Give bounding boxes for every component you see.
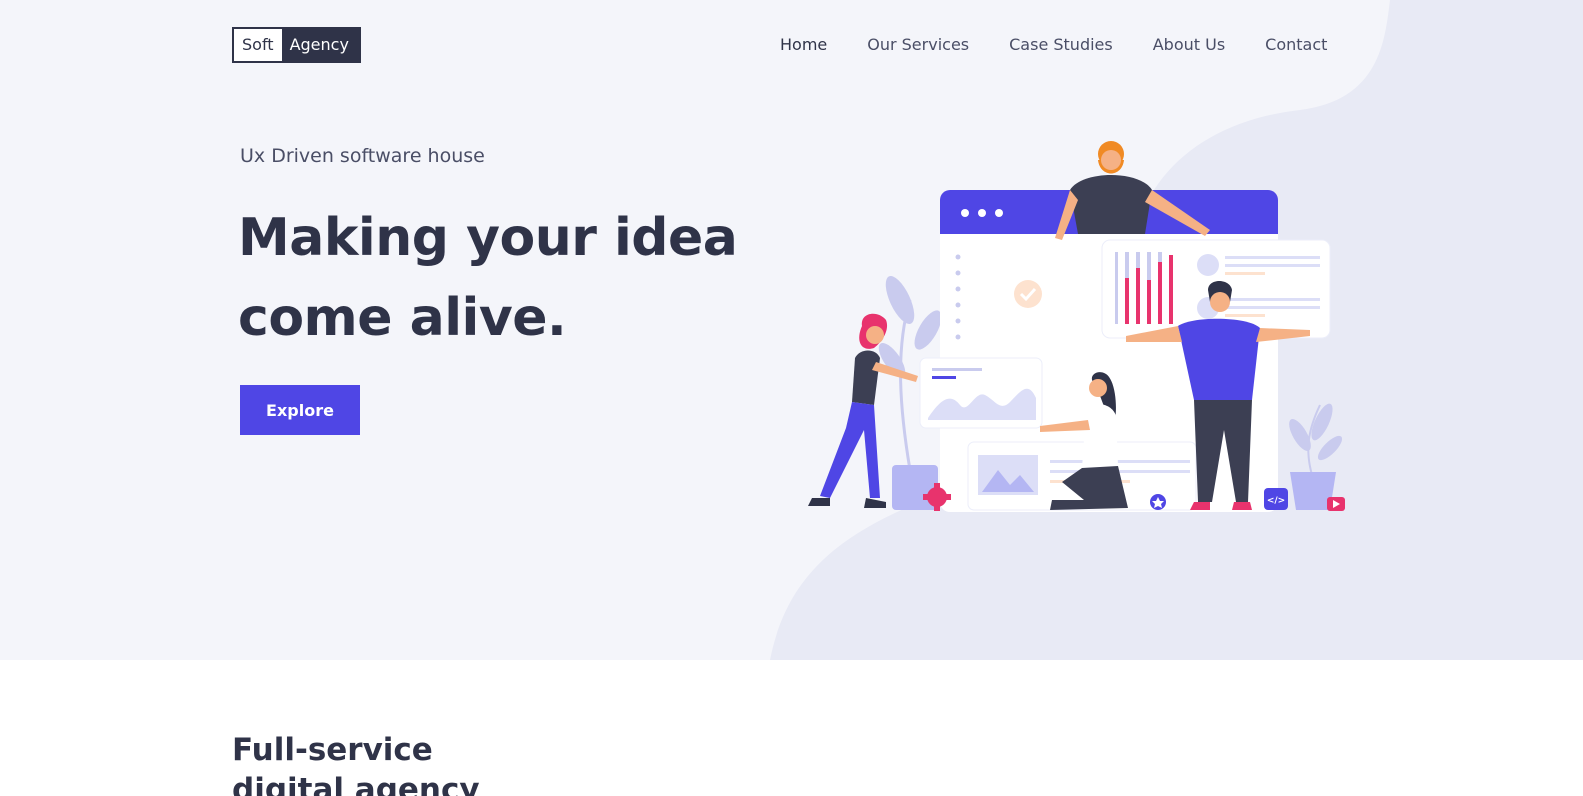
nav-our-services[interactable]: Our Services	[867, 35, 969, 55]
nav-home[interactable]: Home	[780, 35, 827, 55]
hero-headline: Making your idea come alive.	[238, 198, 798, 358]
hero-tagline: Ux Driven software house	[240, 145, 485, 167]
area-chart-card-graphic	[919, 357, 1043, 429]
code-badge-label: </>	[1267, 496, 1285, 506]
services-title-line2: digital agency	[232, 772, 480, 796]
play-badge-icon	[1327, 497, 1345, 511]
services-section-title: Full-service digital agency	[232, 730, 632, 796]
hero-illustration: </>	[808, 141, 1345, 512]
nav-contact[interactable]: Contact	[1265, 35, 1327, 55]
logo-agency-text: Agency	[281, 29, 359, 61]
services-title-line1: Full-service	[232, 732, 433, 768]
code-badge-icon: </>	[1264, 488, 1288, 510]
explore-button[interactable]: Explore	[240, 385, 360, 435]
hero-section: Soft Agency Home Our Services Case Studi…	[0, 0, 1583, 660]
hero-headline-line1: Making your idea	[238, 208, 738, 268]
plant-right-icon	[1289, 403, 1343, 510]
logo-soft-text: Soft	[234, 29, 282, 61]
nav-about-us[interactable]: About Us	[1153, 35, 1225, 55]
logo[interactable]: Soft Agency	[232, 27, 361, 63]
nav-case-studies[interactable]: Case Studies	[1009, 35, 1113, 55]
main-nav: Home Our Services Case Studies About Us …	[780, 35, 1327, 55]
hero-headline-line2: come alive.	[238, 288, 567, 348]
star-badge-icon	[1150, 494, 1166, 510]
